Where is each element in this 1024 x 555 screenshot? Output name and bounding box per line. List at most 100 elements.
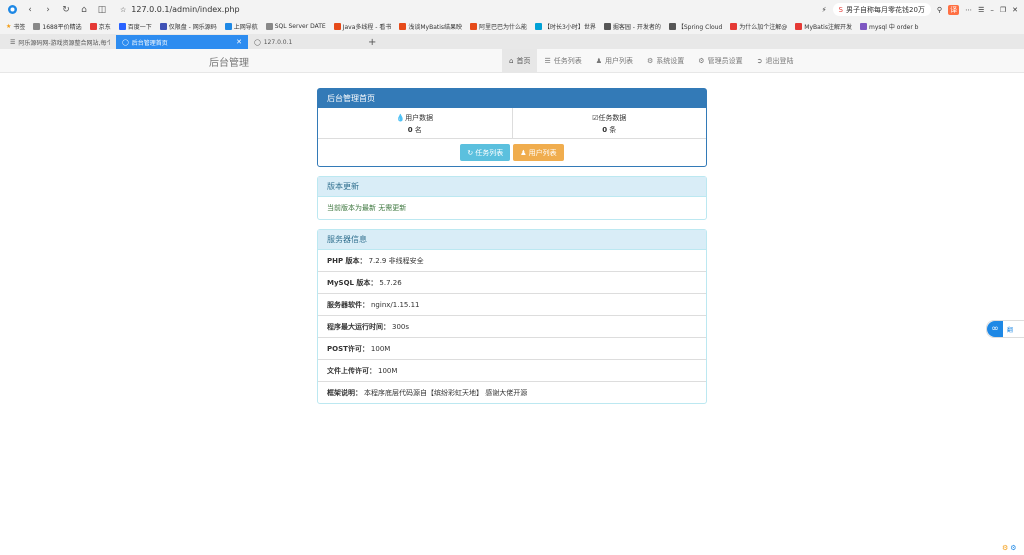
csdn-icon [795, 23, 803, 30]
navbar-menu: ⌂ 首页 ☰ 任务列表 ♟ 用户列表 ⚙ 系统设置 ⚙ 管理员设置 ➲ 退出登陆 [502, 49, 800, 72]
bookmark-item[interactable]: 京东 [89, 22, 111, 31]
lightning-icon[interactable]: ⚡ [822, 6, 827, 14]
bookmark-item[interactable]: 为什么加个注解@ [730, 22, 787, 31]
list-item: PHP 版本： 7.2.9 非线程安全 [327, 256, 424, 265]
list-item: POST许可： 100M [318, 337, 706, 359]
globe-icon: ◯ [122, 38, 129, 46]
stats-row: 💧用户数据 0 名 ☑任务数据 0 条 [318, 108, 706, 139]
bilibili-icon [535, 23, 543, 30]
browser-tab[interactable]: ◯ 127.0.0.1 [248, 35, 360, 49]
bookmark-item[interactable]: 【Spring Cloud [668, 22, 722, 31]
gear-icon: ⚙ [647, 56, 654, 65]
task-stat: ☑任务数据 0 条 [511, 108, 707, 138]
bookmark-item[interactable]: SQL Server DATE [265, 23, 326, 30]
list-item: 服务器软件： nginx/1.15.11 [318, 293, 706, 315]
forward-icon[interactable]: › [42, 4, 54, 16]
nav-item-tasks[interactable]: ☰ 任务列表 [537, 49, 588, 72]
bookmark-item[interactable]: ★ 书签 [6, 22, 25, 31]
server-panel-title: 服务器信息 [318, 230, 706, 250]
task-list-button[interactable]: ↻ 任务列表 [460, 144, 511, 161]
navbar-brand[interactable]: 后台管理 [209, 54, 249, 69]
url-text[interactable]: 127.0.0.1/admin/index.php [131, 5, 239, 14]
mysql-icon [859, 23, 867, 30]
baidu-icon [118, 23, 126, 30]
extension-icon[interactable]: ⚙ [1002, 544, 1008, 552]
translate-icon[interactable]: 译 [948, 4, 960, 15]
home-panel: 后台管理首页 💧用户数据 0 名 ☑任务数据 0 条 ↻ 任务列表 ♟ 用户列表 [317, 88, 707, 167]
juejin-icon [668, 23, 676, 30]
nav-item-users[interactable]: ♟ 用户列表 [589, 49, 640, 72]
nav-item-home[interactable]: ⌂ 首页 [502, 49, 538, 72]
user-icon: ♟ [595, 56, 603, 65]
home-icon: ⌂ [509, 56, 514, 65]
translate-icon: ∞ [987, 321, 1003, 337]
reader-icon[interactable]: ◫ [96, 4, 108, 16]
extension-icon[interactable]: ⚙ [1010, 544, 1016, 552]
browser-toolbar: ‹ › ↻ ⌂ ◫ ☆ 127.0.0.1/admin/index.php ⚡ … [0, 0, 1024, 19]
bookmark-item[interactable]: 阿里巴巴为什么能 [470, 22, 527, 31]
task-count-value: 0 [602, 126, 608, 134]
list-icon: ☰ [544, 56, 551, 65]
home-icon[interactable]: ⌂ [78, 4, 90, 16]
more-icon[interactable]: ⋯ [965, 6, 972, 14]
bookmark-item[interactable]: 1688平价精选 [33, 22, 82, 31]
bookmark-item[interactable]: Java多线程 - 看书 [333, 22, 391, 31]
user-icon: ♟ [520, 148, 527, 157]
nav-item-admin-settings[interactable]: ⚙ 管理员设置 [691, 49, 749, 72]
browser-tab[interactable]: ☰ 阿乐源码网-游戏资源整合网站,每个资 [4, 35, 116, 49]
bookmark-item[interactable]: 上网导航 [224, 22, 258, 31]
server-panel: 服务器信息 PHP 版本： 7.2.9 非线程安全 MySQL 版本： 5.7.26… [317, 229, 707, 404]
user-count-value: 0 [407, 126, 413, 134]
menu-icon[interactable]: ☰ [978, 6, 984, 14]
list-item: 框架说明： 本程序底层代码源自【缤纷彩虹天地】 感谢大佬开源 [318, 381, 706, 403]
nav-item-system-settings[interactable]: ⚙ 系统设置 [640, 49, 691, 72]
close-icon[interactable]: ✕ [1012, 6, 1018, 14]
update-panel: 版本更新 当前版本为最新 无需更新 [317, 176, 707, 220]
csdn-icon [470, 23, 478, 30]
bookmark-item[interactable]: 【时长3小时】世界 [535, 22, 596, 31]
minimize-icon[interactable]: – [990, 6, 994, 14]
user-list-button[interactable]: ♟ 用户列表 [513, 144, 564, 161]
csdn-icon [399, 23, 407, 30]
back-icon[interactable]: ‹ [24, 4, 36, 16]
quick-buttons: ↻ 任务列表 ♟ 用户列表 [318, 139, 706, 166]
admin-navbar: 后台管理 ⌂ 首页 ☰ 任务列表 ♟ 用户列表 ⚙ 系统设置 ⚙ 管理员设置 ➲ 退出登陆 [0, 49, 1024, 73]
update-panel-title: 版本更新 [318, 177, 706, 197]
list-item: MySQL 版本： 5.7.26 [318, 271, 706, 293]
globe-icon: ◯ [254, 38, 261, 46]
list-item: 程序最大运行时间： 300s [318, 315, 706, 337]
translate-float-button[interactable]: ∞ 翻 [986, 320, 1024, 338]
browser-search-box[interactable]: S 男子自称每月零花钱20万 [832, 3, 931, 16]
main-content: 后台管理首页 💧用户数据 0 名 ☑任务数据 0 条 ↻ 任务列表 ♟ 用户列表 版… [317, 88, 707, 413]
star-icon[interactable]: ☆ [120, 6, 126, 14]
address-bar[interactable]: ☆ 127.0.0.1/admin/index.php [120, 5, 816, 14]
tab-close-icon[interactable]: ✕ [236, 38, 242, 46]
bookmark-item[interactable]: 仅限盘 - 网乐源码 [159, 22, 217, 31]
globe-icon [33, 23, 41, 30]
browser-logo-icon [6, 4, 18, 16]
csdn-icon [333, 23, 341, 30]
search-text: 男子自称每月零花钱20万 [846, 5, 925, 14]
bookmark-item[interactable]: 掘客园 - 开发者的 [603, 22, 661, 31]
bookmark-item[interactable]: 百度一下 [118, 22, 152, 31]
search-icon[interactable]: ⚲ [937, 6, 942, 14]
server-info-list: PHP 版本： 7.2.9 非线程安全 MySQL 版本： 5.7.26 服务器软件… [318, 250, 706, 403]
user-stat: 💧用户数据 0 名 [396, 114, 434, 134]
restore-icon[interactable]: ❐ [1000, 6, 1006, 14]
juejin-icon [603, 23, 611, 30]
new-tab-button[interactable]: + [360, 35, 384, 49]
bookmark-item[interactable]: mysql 中 order b [859, 22, 919, 31]
refresh-icon: ↻ [467, 148, 474, 157]
home-panel-title: 后台管理首页 [318, 89, 706, 108]
list-item: 文件上传许可： 100M [318, 359, 706, 381]
browser-tab-active[interactable]: ◯ 后台管理首页 ✕ [116, 35, 248, 49]
nav-icon [224, 23, 232, 30]
star-icon: ★ [6, 23, 12, 30]
bookmark-item[interactable]: 浅谈MyBatis结果映 [399, 22, 462, 31]
page-icon: ☰ [10, 38, 16, 46]
nav-item-logout[interactable]: ➲ 退出登陆 [750, 49, 801, 72]
reload-icon[interactable]: ↻ [60, 4, 72, 16]
update-message: 当前版本为最新 无需更新 [327, 204, 407, 212]
wordpress-icon [159, 23, 167, 30]
bookmark-item[interactable]: MyBatis注解开发 [795, 22, 852, 31]
